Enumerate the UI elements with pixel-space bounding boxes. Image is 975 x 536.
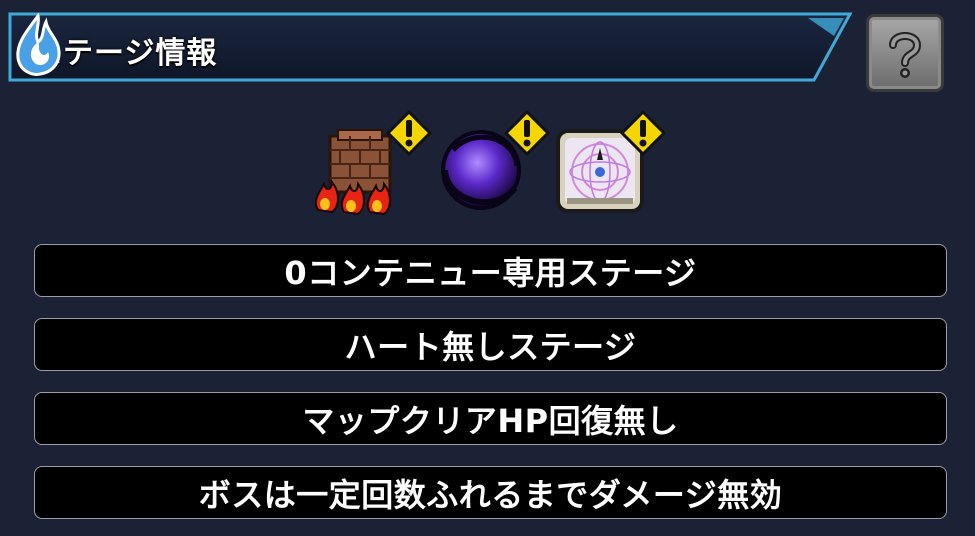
help-button[interactable] <box>866 14 944 92</box>
gimmick-icons <box>310 110 670 220</box>
list-item: マップクリアHP回復無し <box>34 392 947 445</box>
water-flame-icon <box>16 12 61 76</box>
warning-exclamation-icon <box>504 110 550 156</box>
warning-exclamation-icon <box>620 110 666 156</box>
warning-exclamation-icon <box>386 110 432 156</box>
list-item: ボスは一定回数ふれるまでダメージ無効 <box>34 466 947 519</box>
stage-info-header: ステージ情報 <box>8 12 853 82</box>
help-question-icon <box>889 32 922 78</box>
list-item: ハート無しステージ <box>34 318 947 371</box>
list-item: 0コンテニュー専用ステージ <box>34 244 947 297</box>
